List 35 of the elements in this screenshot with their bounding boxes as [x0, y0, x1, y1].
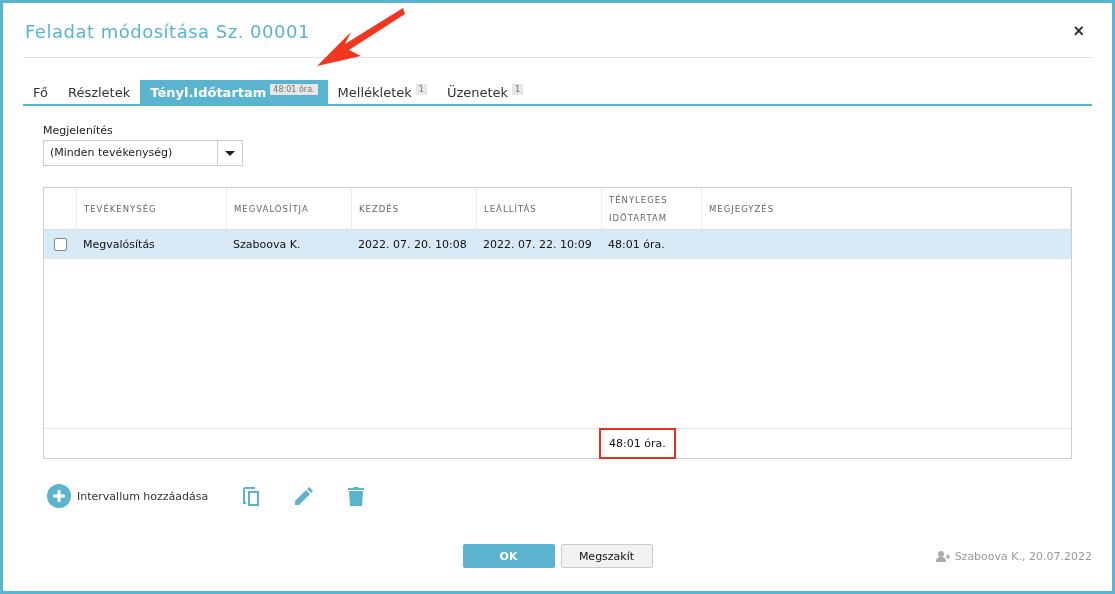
tab[interactable]: Fő: [23, 80, 58, 104]
field-label: Megjelenítés: [43, 124, 113, 137]
tab[interactable]: Tényl.Időtartam 48:01 óra.: [140, 80, 328, 104]
count-badge: 48:01 óra.: [270, 84, 318, 95]
table-cell: Szaboova K.: [233, 237, 301, 251]
close-button[interactable]: ×: [1065, 20, 1092, 42]
pencil-icon[interactable]: [294, 486, 315, 506]
total-duration: 48:01 óra.: [599, 428, 676, 459]
checkbox[interactable]: [53, 237, 67, 251]
column-header: KEZDÉS: [359, 202, 400, 216]
user-add-icon: [935, 551, 950, 562]
table-cell: 48:01 óra.: [608, 237, 665, 251]
column-header: LEÁLLÍTÁS: [484, 202, 537, 216]
column-header: TEVÉKENYSÉG: [84, 202, 157, 216]
display-dropdown[interactable]: (Minden tevékenység): [43, 140, 243, 166]
table-cell: Megvalósítás: [83, 237, 155, 251]
plus-icon: [47, 484, 71, 508]
tab[interactable]: Üzenetek 1: [436, 80, 534, 104]
table-row[interactable]: Megvalósítás Szaboova K. 2022. 07. 20. 10:08 2022. 07. 22. 10:09 48:01 óra.: [44, 230, 1071, 259]
copy-icon[interactable]: [242, 486, 261, 506]
table-cell: 2022. 07. 20. 10:08: [358, 237, 467, 251]
count-badge: 1: [512, 84, 524, 95]
window-title: Feladat módosítása Sz. 00001: [25, 20, 310, 42]
table-cell: 2022. 07. 22. 10:09: [483, 237, 592, 251]
created-by-text: Szaboova K., 20.07.2022: [954, 550, 1092, 563]
trash-icon[interactable]: [348, 486, 365, 506]
column-header: TÉNYLEGES IDŐTARTAM: [609, 193, 669, 225]
count-badge: 1: [415, 84, 427, 95]
tab[interactable]: Részletek: [57, 80, 141, 104]
add-interval-button[interactable]: Intervallum hozzáadása: [47, 484, 209, 508]
cancel-button[interactable]: Megszakít: [560, 544, 653, 568]
column-header: MEGJEGYZÉS: [709, 202, 775, 216]
caret-icon: [225, 150, 235, 156]
tab[interactable]: Mellékletek 1: [327, 80, 437, 104]
column-header: MEGVALÓSÍTJA: [234, 202, 309, 216]
